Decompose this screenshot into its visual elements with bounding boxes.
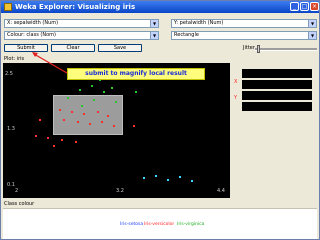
save-button[interactable]: Save [98,44,142,52]
data-point [39,119,41,121]
colour-value: Colour: class (Nom) [7,32,56,38]
x-tick-label: 4.4 [217,188,225,194]
data-point [97,111,99,113]
x-tick-label: 2 [15,188,19,194]
attribute-bar[interactable] [242,91,312,100]
data-point [107,115,109,117]
data-point [167,179,169,181]
data-point [179,176,181,178]
class-colour-legend: Iris-setosa Iris-versicolor Iris-virgini… [3,208,317,239]
data-point [71,111,73,113]
data-point [191,180,193,182]
data-point [67,97,69,99]
data-point [83,113,85,115]
data-point [35,135,37,137]
submit-button[interactable]: Submit [4,44,48,52]
jitter-slider-track[interactable] [255,48,317,51]
class-colour-label: Class colour [4,201,35,207]
y-tick-label: 0.1 [7,182,15,188]
data-point [63,119,65,121]
data-point [81,105,83,107]
chevron-down-icon[interactable]: ▼ [150,20,158,27]
scatter-plot[interactable]: 2.5 1.3 0.1 2 3.2 4.4 [3,63,230,198]
selection-rectangle[interactable] [53,95,123,135]
attribute-bar[interactable] [242,102,312,111]
data-point [89,123,91,125]
data-point [143,177,145,179]
attribute-panel: X Y [232,63,317,198]
x-marker: X [234,79,238,85]
y-tick-label: 1.3 [7,126,15,132]
shape-select[interactable]: Rectangle ▼ [171,31,317,40]
data-point [155,175,157,177]
data-point [91,85,93,87]
data-point [93,99,95,101]
jitter-slider-thumb[interactable] [257,45,260,53]
chevron-down-icon[interactable]: ▼ [308,32,316,39]
x-axis-select[interactable]: X: sepalwidth (Num) ▼ [4,19,159,28]
legend-item-versicolor[interactable]: Iris-versicolor [144,222,174,227]
data-point [135,91,137,93]
y-tick-label: 2.5 [5,71,13,77]
title-bar: Weka Explorer: Visualizing iris _ □ × [1,1,319,13]
close-button[interactable]: × [310,2,319,11]
data-point [59,109,61,111]
data-point [113,125,115,127]
plot-label: Plot: iris [4,56,25,62]
y-axis-value: Y: petalwidth (Num) [174,20,224,26]
colour-select[interactable]: Colour: class (Nom) ▼ [4,31,159,40]
weka-bird-icon [4,3,12,11]
data-point [47,137,49,139]
data-point [75,141,77,143]
legend-item-virginica[interactable]: Iris-virginica [177,222,204,227]
data-point [61,139,63,141]
maximize-button[interactable]: □ [300,2,309,11]
data-point [101,121,103,123]
y-marker: Y [234,95,238,101]
chevron-down-icon[interactable]: ▼ [150,32,158,39]
data-point [77,121,79,123]
data-point [111,87,113,89]
window-title: Weka Explorer: Visualizing iris [15,3,136,11]
data-point [103,91,105,93]
weka-explorer-window: Weka Explorer: Visualizing iris _ □ × X:… [0,0,320,240]
data-point [133,125,135,127]
shape-value: Rectangle [174,32,199,38]
legend-item-setosa[interactable]: Iris-setosa [120,222,143,227]
data-point [53,145,55,147]
y-axis-select[interactable]: Y: petalwidth (Num) ▼ [171,19,317,28]
x-axis-value: X: sepalwidth (Num) [7,20,59,26]
chevron-down-icon[interactable]: ▼ [308,20,316,27]
annotation-callout: submit to magnify local result [67,68,205,80]
attribute-bar[interactable] [242,80,312,89]
minimize-button[interactable]: _ [290,2,299,11]
clear-button[interactable]: Clear [51,44,95,52]
attribute-bar[interactable] [242,69,312,78]
jitter-label: Jitter [243,45,255,51]
data-point [79,89,81,91]
x-tick-label: 3.2 [116,188,124,194]
data-point [115,101,117,103]
